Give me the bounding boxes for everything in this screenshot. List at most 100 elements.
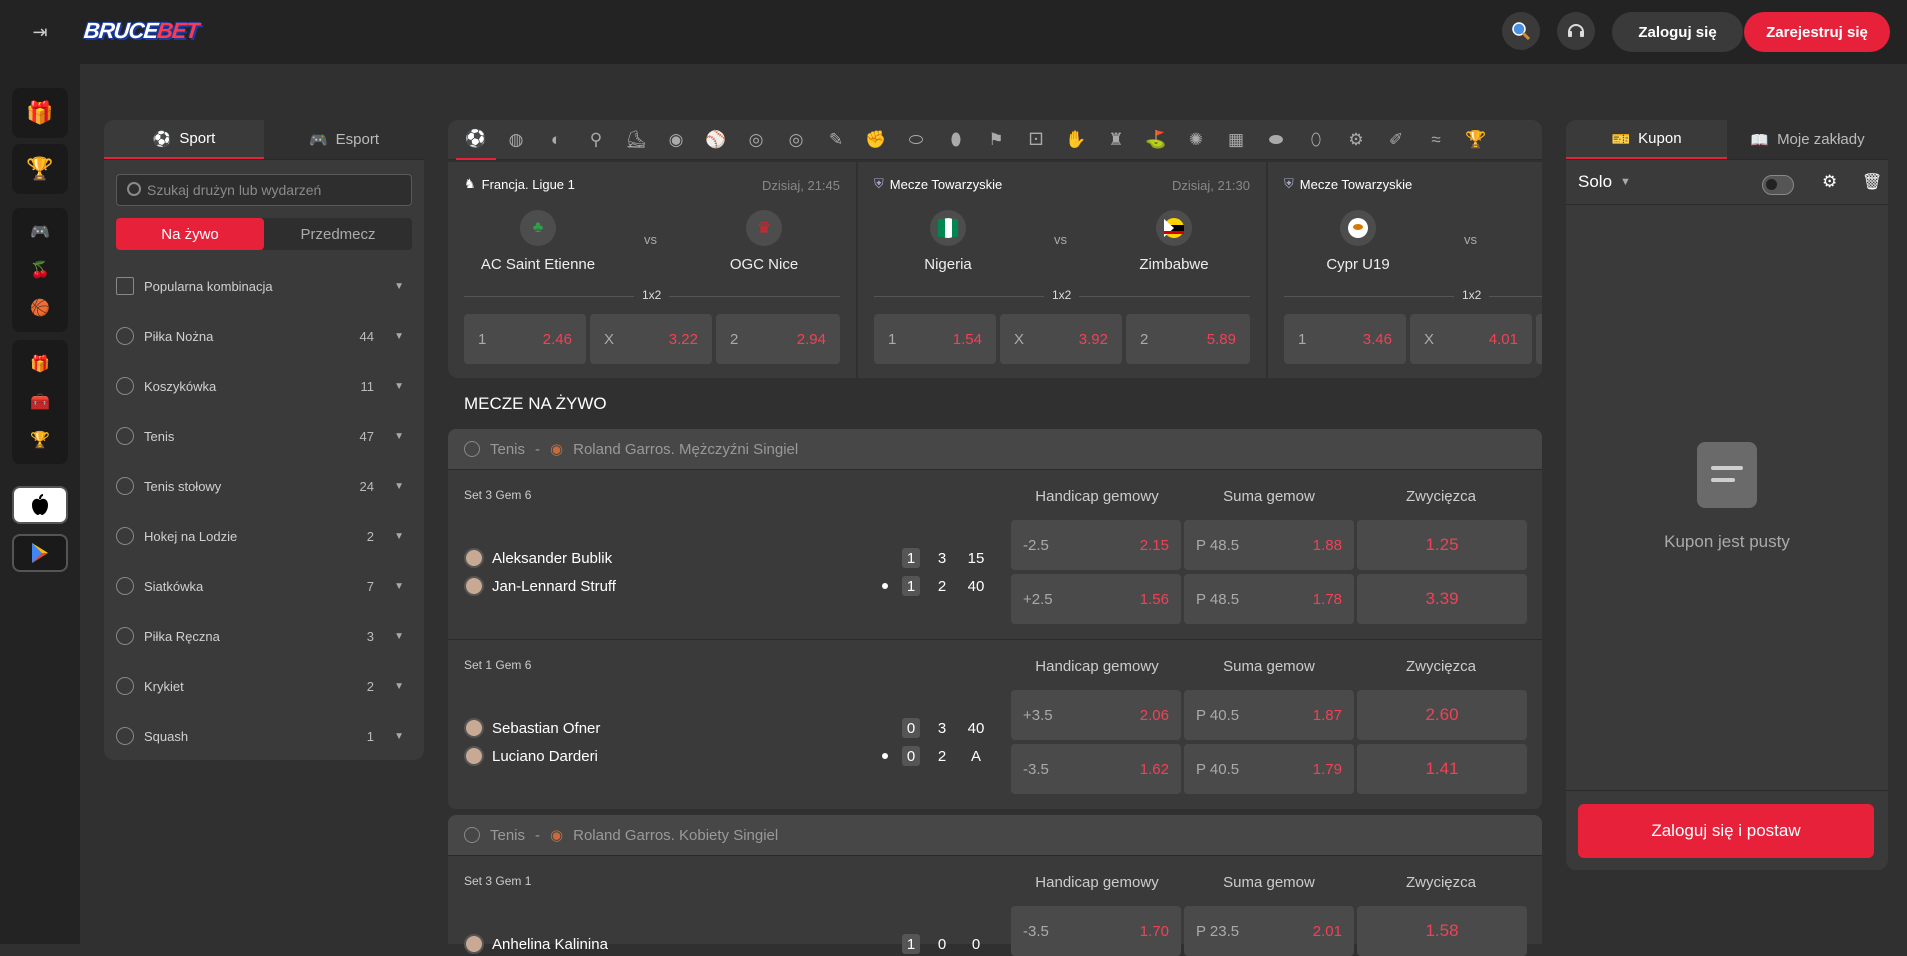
login-button[interactable]: Zaloguj się (1612, 12, 1743, 52)
register-button[interactable]: Zarejestruj się (1744, 12, 1890, 52)
collapse-sidebar-icon[interactable]: ⇥ (28, 20, 52, 44)
odd-button[interactable]: P 40.5 1.87 (1184, 690, 1354, 740)
odd-button[interactable]: 1.25 (1357, 520, 1527, 570)
google-play-button[interactable] (12, 534, 68, 572)
live-event[interactable]: Set 1 Gem 6 Handicap gemowy Suma gemow Z… (448, 639, 1542, 809)
badminton-filter-icon[interactable]: ⚑ (976, 120, 1016, 160)
tab-coupon[interactable]: 🎫 Kupon (1566, 120, 1727, 159)
odd-button[interactable]: P 23.5 2.01 (1184, 906, 1354, 956)
sport-item-cricket[interactable]: Krykiet 2 ▼ (116, 666, 412, 706)
rail-promo-trophy[interactable]: 🏆 (12, 144, 68, 194)
mma-filter-icon[interactable]: ✋ (1056, 120, 1096, 160)
sport-item-squash[interactable]: Squash 1 ▼ (116, 716, 412, 756)
sport-item-table-tennis[interactable]: Tenis stołowy 24 ▼ (116, 466, 412, 506)
live-tab[interactable]: Na żywo (116, 218, 264, 250)
odd-button[interactable]: 2 5.89 (1126, 314, 1250, 364)
tab-sport[interactable]: ⚽ Sport (104, 120, 264, 159)
bet-mode-dropdown[interactable]: Solo ▼ (1578, 172, 1631, 192)
ball-icon[interactable]: 🏀 (30, 298, 50, 318)
tennis-filter-icon[interactable]: ◐ (536, 120, 576, 160)
rugby-filter-icon[interactable]: ⬭ (896, 120, 936, 160)
odd-button[interactable]: -3.5 1.62 (1011, 744, 1181, 794)
sport-item-tennis[interactable]: Tenis 47 ▼ (116, 416, 412, 456)
vs-label: vs (1054, 232, 1067, 247)
fruit-icon[interactable]: 🍒 (30, 260, 50, 280)
odd-button[interactable]: 2.60 (1357, 690, 1527, 740)
hockey-filter-icon[interactable]: ⛸ (616, 120, 656, 160)
sport-item-ice-hockey[interactable]: Hokej na Lodzie 2 ▼ (116, 516, 412, 556)
sport-item-handball[interactable]: Piłka Ręczna 3 ▼ (116, 616, 412, 656)
search-input[interactable]: Szukaj drużyn lub wydarzeń (116, 174, 412, 206)
cup-small-icon[interactable]: 🏆 (30, 430, 50, 450)
table-tennis-filter-icon[interactable]: ⚲ (576, 120, 616, 160)
bandy-filter-icon[interactable]: ⚙ (1336, 120, 1376, 160)
odd-button[interactable]: +3.5 2.06 (1011, 690, 1181, 740)
sport-item-popular[interactable]: Popularna kombinacja ▼ (116, 266, 412, 306)
featured-match-card[interactable]: ⛨ Mecze Towarzyskie Dzisiaj, 21:30 Nigeri… (858, 162, 1266, 378)
apple-store-button[interactable] (12, 486, 68, 524)
sport-item-basketball[interactable]: Koszykówka 11 ▼ (116, 366, 412, 406)
odd-button[interactable]: X 4.01 (1410, 314, 1532, 364)
live-event[interactable]: Set 3 Gem 6 Handicap gemowy Suma gemow Z… (448, 469, 1542, 639)
odd-button[interactable]: 1.58 (1357, 906, 1527, 956)
sport-item-volleyball[interactable]: Siatkówka 7 ▼ (116, 566, 412, 606)
volleyball-filter-icon[interactable]: ◉ (656, 120, 696, 160)
featured-match-card[interactable]: ⛨ Mecze Towarzyskie Cypr U19 vs 1x2 1 3.46… (1268, 162, 1542, 378)
boxing-filter-icon[interactable]: ✊ (856, 120, 896, 160)
tournament-header[interactable]: Tenis - ◉ Roland Garros. Mężczyźni Singiel (448, 429, 1542, 469)
live-event[interactable]: Set 3 Gem 1 Handicap gemowy Suma gemow Z… (448, 855, 1542, 956)
brucebet-logo[interactable]: BRUCE BET (82, 10, 201, 52)
vs-label: vs (644, 232, 657, 247)
trash-icon[interactable]: 🗑 (1862, 172, 1882, 192)
login-and-bet-button[interactable]: Zaloguj się i postaw (1578, 804, 1874, 858)
odd-button[interactable]: P 48.5 1.88 (1184, 520, 1354, 570)
aussie-rules-filter-icon[interactable]: ⬬ (1256, 120, 1296, 160)
cricket-filter-icon[interactable]: ✎ (816, 120, 856, 160)
odd-button[interactable]: X 3.92 (1000, 314, 1122, 364)
odd-button[interactable]: 3.39 (1357, 574, 1527, 624)
esports-filter-icon[interactable]: ▦ (1216, 120, 1256, 160)
odd-button[interactable]: 1.41 (1357, 744, 1527, 794)
trophy-filter-icon[interactable]: 🏆 (1456, 120, 1496, 160)
sport-item-football[interactable]: Piłka Nożna 44 ▼ (116, 316, 412, 356)
chess-filter-icon[interactable]: ♜ (1096, 120, 1136, 160)
baseball-filter-icon[interactable]: ⚾ (696, 120, 736, 160)
squash-filter-icon[interactable]: ✐ (1376, 120, 1416, 160)
tab-esport[interactable]: 🎮 Esport (264, 120, 424, 159)
search-button[interactable] (1502, 12, 1540, 50)
basketball-filter-icon[interactable]: ◍ (496, 120, 536, 160)
odd-button[interactable]: 2 2.94 (716, 314, 840, 364)
odd-button[interactable]: P 48.5 1.78 (1184, 574, 1354, 624)
odd-button[interactable]: 1 3.46 (1284, 314, 1406, 364)
soccer-filter-icon[interactable]: ⚽ (456, 120, 496, 160)
odd-button[interactable]: -2.5 2.15 (1011, 520, 1181, 570)
handball-filter-icon[interactable]: ◎ (736, 120, 776, 160)
football-filter-icon[interactable]: ⬮ (936, 120, 976, 160)
rail-promo-gift[interactable]: 🎁 (12, 88, 68, 138)
odd-button[interactable]: P 40.5 1.79 (1184, 744, 1354, 794)
odd-button[interactable]: -3.5 1.70 (1011, 906, 1181, 956)
tab-my-bets[interactable]: 📖 Moje zakłady (1727, 120, 1888, 159)
futsal-filter-icon[interactable]: ✺ (1176, 120, 1216, 160)
water-polo-filter-icon[interactable]: ≈ (1416, 120, 1456, 160)
darts-filter-icon[interactable]: ◎ (776, 120, 816, 160)
avatar (464, 548, 484, 568)
snooker-filter-icon[interactable]: ⚀ (1016, 120, 1056, 160)
featured-match-card[interactable]: ♞ Francja. Ligue 1 Dzisiaj, 21:45 ♣ AC Sai… (448, 162, 856, 378)
gear-icon[interactable]: ⚙ (1822, 172, 1837, 192)
support-button[interactable] (1557, 12, 1595, 50)
odd-button[interactable]: +2.5 1.56 (1011, 574, 1181, 624)
prematch-tab[interactable]: Przedmecz (264, 218, 412, 250)
gaelic-filter-icon[interactable]: ⬯ (1296, 120, 1336, 160)
odd-button[interactable] (1536, 314, 1542, 364)
game-icon[interactable]: 🎮 (30, 222, 50, 242)
odd-button[interactable]: X 3.22 (590, 314, 712, 364)
tab-esport-label: Esport (335, 131, 380, 148)
golf-filter-icon[interactable]: ⛳ (1136, 120, 1176, 160)
quick-bet-toggle[interactable] (1762, 175, 1794, 195)
odd-button[interactable]: 1 2.46 (464, 314, 586, 364)
odd-button[interactable]: 1 1.54 (874, 314, 996, 364)
chest-icon[interactable]: 🧰 (30, 392, 50, 412)
gift-small-icon[interactable]: 🎁 (30, 354, 50, 374)
tournament-header[interactable]: Tenis - ◉ Roland Garros. Kobiety Singiel (448, 815, 1542, 855)
